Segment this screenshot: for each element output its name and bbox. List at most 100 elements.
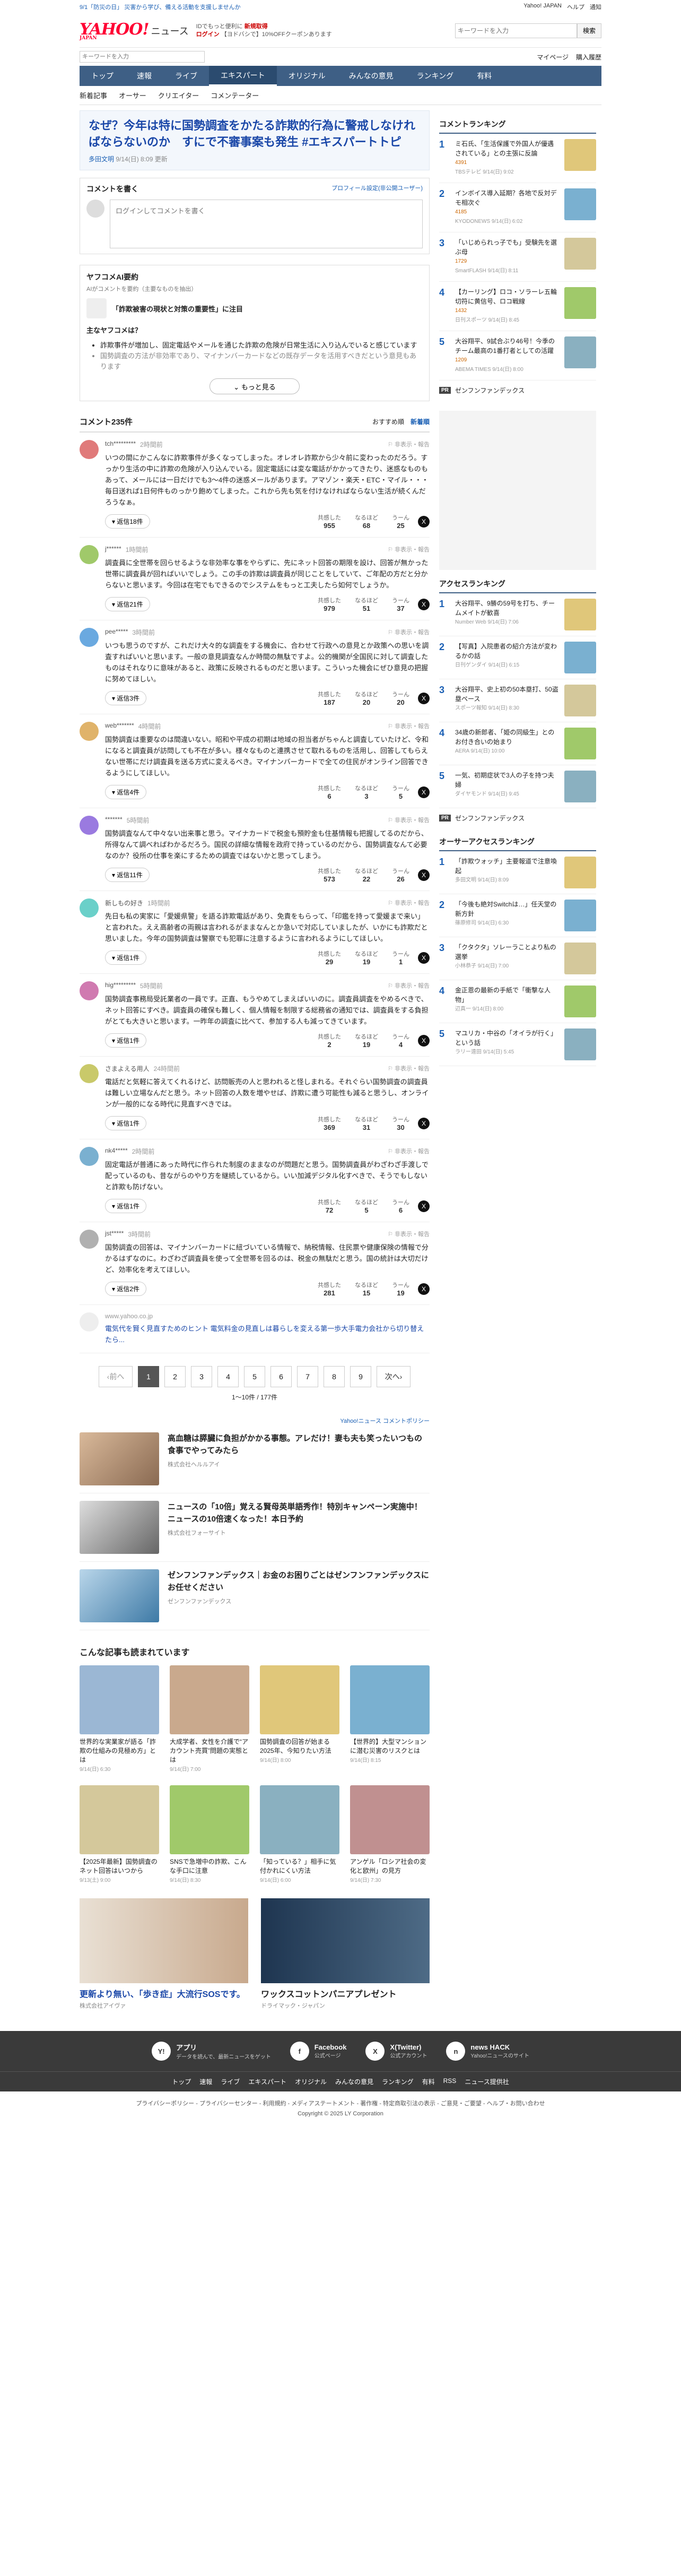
pager-next[interactable]: 次へ ›	[377, 1366, 411, 1387]
reply-button[interactable]: ▾ 返信3件	[105, 691, 147, 705]
x-share-icon[interactable]: X	[418, 786, 430, 798]
report-link[interactable]: ⚐ 非表示・報告	[388, 898, 430, 907]
page-4[interactable]: 4	[217, 1366, 239, 1387]
sponsored-item[interactable]: 高血糖は膵臓に負担がかかる事態。アレだけ！妻も夫も笑ったいつもの食事でやってみた…	[80, 1425, 430, 1493]
footer-app[interactable]: Y! アプリ データを読んで、最新ニュースをゲット	[152, 2042, 271, 2061]
x-share-icon[interactable]: X	[418, 1283, 430, 1295]
pager-prev[interactable]: ‹ 前へ	[99, 1366, 133, 1387]
rec-title[interactable]: 大成学者、女性を介護で“アカウント売買”問題の実態とは	[170, 1737, 249, 1765]
nav-live[interactable]: ライブ	[163, 66, 209, 86]
reply-button[interactable]: ▾ 返信1件	[105, 1116, 147, 1130]
legal-links[interactable]: プライバシーポリシー - プライバシーセンター - 利用規約 - メディアステー…	[0, 2091, 681, 2107]
comment-rank-item[interactable]: 1 ミ石氏、「生活保護で外国人が優遇されている」との主張に反論 4391 TBSテレビ…	[439, 134, 596, 183]
page-6[interactable]: 6	[270, 1366, 292, 1387]
hmm-button[interactable]: うーん 30	[392, 1115, 409, 1131]
x-share-icon[interactable]: X	[418, 515, 430, 528]
hmm-button[interactable]: うーん 1	[392, 949, 409, 966]
rec-card[interactable]: アンゲル「ロシア社会の変化と欧州」の見方 9/14(日) 7:30	[350, 1785, 430, 1883]
article-title[interactable]: なぜ？今年は特に国勢調査をかたる詐欺的行為に警戒しなければならないのか すにで不…	[89, 117, 421, 150]
footer-nav-link[interactable]: ライブ	[221, 2077, 240, 2086]
history-link[interactable]: 購入履歴	[576, 53, 601, 62]
comment-user[interactable]: *******	[105, 816, 123, 825]
empathy-button[interactable]: 共感した 281	[318, 1281, 341, 1297]
news-search-input[interactable]	[80, 51, 205, 63]
rec-card[interactable]: 【2025年最新】国勢調査のネット回答はいつから 9/13(土) 9:00	[80, 1785, 159, 1883]
notice-button[interactable]: 通知	[590, 3, 601, 11]
x-share-icon[interactable]: X	[418, 598, 430, 610]
sponsored-item[interactable]: ニュースの「10倍」覚える賢母英単語秀作！特別キャンペーン実施中！ニュースの10…	[80, 1493, 430, 1562]
mypage-link[interactable]: マイページ	[537, 53, 569, 62]
insight-button[interactable]: なるほど 5	[355, 1198, 378, 1214]
ad-text[interactable]: 電気代を賢く見直すためのヒント 電気料金の見直しは暮らしを変える第一歩大手電力会…	[105, 1323, 430, 1345]
rec-title[interactable]: 世界的な実業家が語る「詐欺の仕組みの見極め方」とは	[80, 1737, 159, 1765]
page-7[interactable]: 7	[297, 1366, 318, 1387]
nav-expert[interactable]: エキスパート	[209, 66, 277, 86]
hmm-button[interactable]: うーん 19	[392, 1281, 409, 1297]
report-link[interactable]: ⚐ 非表示・報告	[388, 628, 430, 637]
footer-nav-link[interactable]: ニュース提供社	[465, 2077, 509, 2086]
rec-card[interactable]: 世界的な実業家が語る「詐欺の仕組みの見極め方」とは 9/14(日) 6:30	[80, 1665, 159, 1773]
help-link[interactable]: ヘルプ	[567, 3, 584, 11]
yahoo-japan-link[interactable]: Yahoo! JAPAN	[523, 3, 562, 11]
subnav-new[interactable]: 新着記事	[80, 90, 107, 100]
insight-button[interactable]: なるほど 15	[355, 1281, 378, 1297]
reply-button[interactable]: ▾ 返信18件	[105, 514, 150, 529]
hmm-button[interactable]: うーん 4	[392, 1032, 409, 1049]
page-2[interactable]: 2	[164, 1366, 186, 1387]
banner-ad[interactable]: ワックスコットンパニアプレゼント ドライマック・ジャパン	[261, 1898, 430, 2010]
comment-user[interactable]: jst*****	[105, 1230, 124, 1239]
insight-button[interactable]: なるほど 51	[355, 596, 378, 612]
reply-button[interactable]: ▾ 返信1件	[105, 1033, 147, 1048]
author-rank-item[interactable]: 3 「クタクタ」ソレーラことより私の選挙 小林恭子 9/14(日) 7:00	[439, 937, 596, 980]
report-link[interactable]: ⚐ 非表示・報告	[388, 440, 430, 449]
report-link[interactable]: ⚐ 非表示・報告	[388, 545, 430, 554]
report-link[interactable]: ⚐ 非表示・報告	[388, 1230, 430, 1239]
rec-title[interactable]: 国勢調査の回答が始まる2025年、今知りたい方法	[260, 1737, 339, 1756]
empathy-button[interactable]: 共感した 29	[318, 949, 341, 966]
yahoo-logo[interactable]: YAHOO! JAPAN	[80, 20, 150, 41]
empathy-button[interactable]: 共感した 573	[318, 867, 341, 883]
x-share-icon[interactable]: X	[418, 692, 430, 704]
author-rank-item[interactable]: 2 「今後も絶対Switchは…」任天堂の新方針 篠原修司 9/14(日) 6:30	[439, 894, 596, 937]
insight-button[interactable]: なるほど 31	[355, 1115, 378, 1131]
pr-item[interactable]: PR ゼンフンファンデックス	[439, 808, 596, 828]
access-rank-item[interactable]: 4 34歳の新郎者、「姫の同級生」とのお付き合いの始まり AERA 9/14(日) …	[439, 722, 596, 765]
x-share-icon[interactable]: X	[418, 952, 430, 964]
hmm-button[interactable]: うーん 5	[392, 784, 409, 800]
page-8[interactable]: 8	[324, 1366, 345, 1387]
empathy-button[interactable]: 共感した 979	[318, 596, 341, 612]
reply-button[interactable]: ▾ 返信2件	[105, 1282, 147, 1296]
comment-user[interactable]: nk4*****	[105, 1147, 128, 1156]
rec-title[interactable]: アンゲル「ロシア社会の変化と欧州」の見方	[350, 1857, 430, 1875]
access-rank-item[interactable]: 3 大谷翔平、史上初の50本塁打、50盗塁ペース スポーツ報知 9/14(日) 8:…	[439, 679, 596, 722]
report-link[interactable]: ⚐ 非表示・報告	[388, 1064, 430, 1073]
report-link[interactable]: ⚐ 非表示・報告	[388, 816, 430, 825]
hmm-button[interactable]: うーん 26	[392, 867, 409, 883]
insight-button[interactable]: なるほど 22	[355, 867, 378, 883]
access-rank-item[interactable]: 5 一気、初期症状で3人の子を持つ夫婦 ダイヤモンド 9/14(日) 9:45	[439, 765, 596, 808]
comment-user[interactable]: pee*****	[105, 628, 128, 637]
insight-button[interactable]: なるほど 19	[355, 1032, 378, 1049]
comment-user[interactable]: 新しもの好き	[105, 898, 143, 907]
ai-more-button[interactable]: ⌄ もっと見る	[209, 378, 300, 394]
rec-card[interactable]: 「知っている？」相手に気付かれにくい方法 9/14(日) 6:00	[260, 1785, 339, 1883]
footer-app[interactable]: n news HACK Yahoo!ニュースのサイト	[446, 2042, 529, 2061]
nav-opinion[interactable]: みんなの意見	[337, 66, 405, 86]
empathy-button[interactable]: 共感した 72	[318, 1198, 341, 1214]
footer-nav-link[interactable]: RSS	[443, 2077, 457, 2086]
hmm-button[interactable]: うーん 25	[392, 513, 409, 530]
page-3[interactable]: 3	[191, 1366, 212, 1387]
comment-user[interactable]: j******	[105, 545, 121, 554]
service-name[interactable]: ニュース	[151, 24, 189, 38]
page-1[interactable]: 1	[138, 1366, 159, 1387]
inline-ad[interactable]: www.yahoo.co.jp 電気代を賢く見直すためのヒント 電気料金の見直し…	[80, 1305, 430, 1353]
insight-button[interactable]: なるほど 3	[355, 784, 378, 800]
nav-original[interactable]: オリジナル	[277, 66, 337, 86]
comment-user[interactable]: web*******	[105, 722, 134, 731]
access-rank-item[interactable]: 1 大谷翔平、9勝の59号を打ち、チームメイトが歓喜 Number Web 9/14…	[439, 593, 596, 636]
empathy-button[interactable]: 共感した 369	[318, 1115, 341, 1131]
reply-button[interactable]: ▾ 返信1件	[105, 950, 147, 965]
hmm-button[interactable]: うーん 6	[392, 1198, 409, 1214]
page-9[interactable]: 9	[350, 1366, 371, 1387]
author-rank-item[interactable]: 1 「詐欺ウォッチ」主要報道で注意喚起 多田文明 9/14(日) 8:09	[439, 851, 596, 894]
